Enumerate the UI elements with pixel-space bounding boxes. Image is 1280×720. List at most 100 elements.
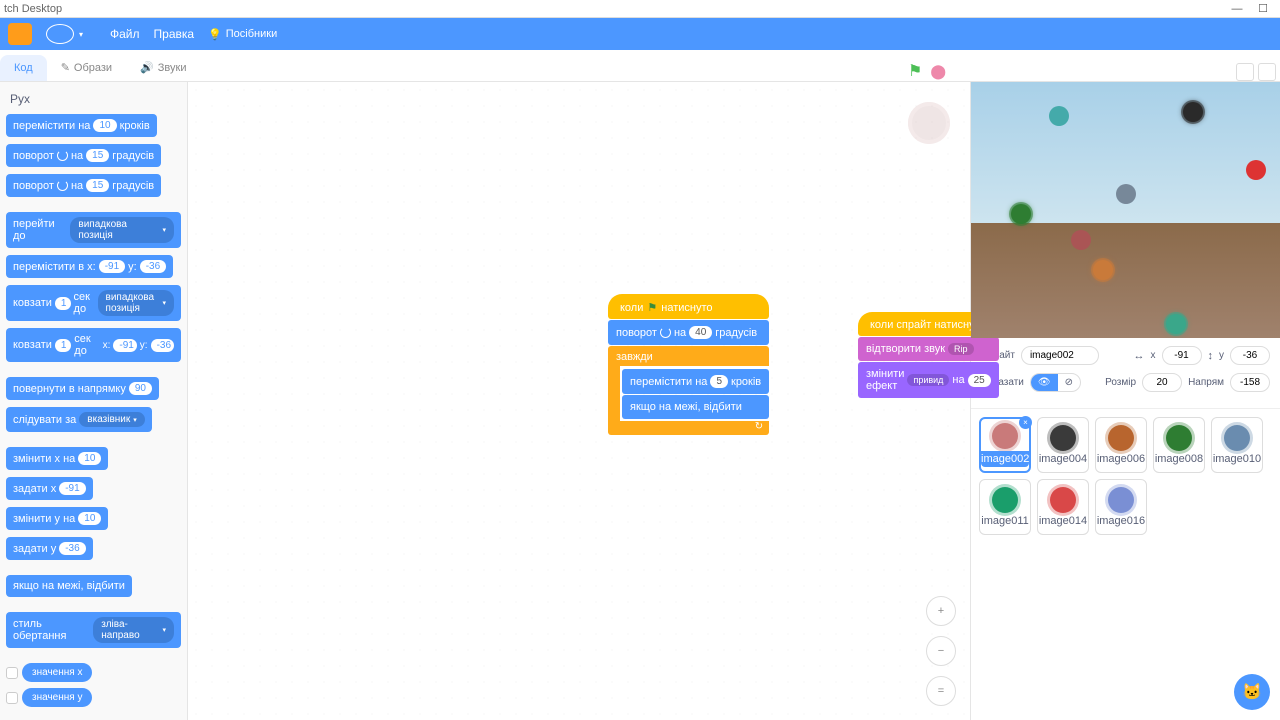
sprite-item[interactable]: image004	[1037, 417, 1089, 473]
large-stage-button[interactable]	[1258, 63, 1276, 81]
block-setx[interactable]: задати x-91	[6, 477, 93, 500]
block-sety[interactable]: задати y-36	[6, 537, 93, 560]
sprite-thumb	[1050, 425, 1076, 451]
block-gotoxy[interactable]: перемістити в x:-91y:-36	[6, 255, 173, 278]
add-sprite-button[interactable]: 🐱	[1234, 674, 1270, 710]
sprite-thumb	[1108, 425, 1134, 451]
sprite-y-input[interactable]	[1230, 346, 1270, 365]
block-forever-foot[interactable]	[608, 421, 769, 435]
sprite-thumb	[992, 487, 1018, 513]
script-stack-1[interactable]: коли⚑натиснуто поворотна40градусів завжд…	[608, 294, 769, 435]
block-move[interactable]: перемістити на10кроків	[6, 114, 157, 137]
zoom-reset-button[interactable]: =	[926, 676, 956, 706]
menu-edit[interactable]: Правка	[154, 27, 195, 41]
cw-icon	[57, 150, 68, 161]
sprite-item[interactable]: image016	[1095, 479, 1147, 535]
arrows-v-icon: ↕	[1208, 350, 1214, 362]
scratch-logo	[8, 23, 32, 45]
zoom-in-button[interactable]: +	[926, 596, 956, 626]
sprite-name: image002	[981, 451, 1029, 467]
tab-costumes[interactable]: ✎Образи	[47, 54, 126, 81]
sprite-item[interactable]: image006	[1095, 417, 1147, 473]
sprite-item[interactable]: image011	[979, 479, 1031, 535]
reporter-ypos[interactable]: значення y	[6, 688, 181, 707]
stage[interactable]	[971, 82, 1280, 338]
show-icon: 👁	[1031, 374, 1058, 391]
sprite-watermark	[908, 102, 950, 144]
block-rotstyle[interactable]: стиль обертаннязліва-направо	[6, 612, 181, 648]
sprite-name: image006	[1097, 453, 1145, 465]
sprite-item[interactable]: image014	[1037, 479, 1089, 535]
language-icon[interactable]	[46, 24, 74, 44]
brush-icon: ✎	[61, 61, 70, 74]
stage-sprite[interactable]	[1183, 102, 1203, 122]
block-turn-cw[interactable]: поворотна15градусів	[6, 144, 161, 167]
stop-icon[interactable]: ⬤	[930, 63, 946, 80]
hat-flag-clicked[interactable]: коли⚑натиснуто	[608, 294, 769, 319]
stage-sprite[interactable]	[1166, 314, 1186, 334]
sprite-item[interactable]: image010	[1211, 417, 1263, 473]
green-flag-icon[interactable]: ⚑	[908, 61, 922, 81]
block-goto[interactable]: перейти довипадкова позиція	[6, 212, 181, 248]
arrows-h-icon: ↔	[1134, 350, 1145, 362]
sprite-name-input[interactable]	[1021, 346, 1099, 365]
sprite-thumb	[992, 423, 1018, 449]
sprite-name: image008	[1155, 453, 1203, 465]
cw-icon	[660, 327, 671, 338]
block-move[interactable]: перемістити на5кроків	[622, 369, 769, 394]
sprite-size-input[interactable]	[1142, 373, 1182, 392]
visibility-toggle[interactable]: 👁⊘	[1030, 373, 1081, 392]
window-titlebar: tch Desktop — ☐	[0, 0, 1280, 18]
sound-icon: 🔊	[140, 61, 154, 74]
category-header: Рух	[10, 92, 181, 106]
sprite-direction-input[interactable]	[1230, 373, 1270, 392]
menu-file[interactable]: Файл	[110, 27, 140, 41]
block-bounce[interactable]: якщо на межі, відбити	[6, 575, 132, 597]
stage-sprite[interactable]	[1049, 106, 1069, 126]
stage-sprite[interactable]	[1246, 160, 1266, 180]
stage-sprite[interactable]	[1071, 230, 1091, 250]
green-flag-icon: ⚑	[647, 301, 657, 314]
tab-bar: Код ✎Образи 🔊Звуки ⚑ ⬤	[0, 50, 1280, 82]
menu-bar: Файл Правка 💡 Посібники	[0, 18, 1280, 50]
block-changex[interactable]: змінити x на10	[6, 447, 108, 470]
window-minimize-button[interactable]: —	[1224, 1, 1250, 17]
ccw-icon	[57, 180, 68, 191]
tab-code[interactable]: Код	[0, 55, 47, 81]
sprite-thumb	[1108, 487, 1134, 513]
sprite-thumb	[1224, 425, 1250, 451]
block-point[interactable]: повернути в напрямку90	[6, 377, 159, 400]
block-follow[interactable]: слідувати завказівник	[6, 407, 152, 432]
script-workspace[interactable]: коли⚑натиснуто поворотна40градусів завжд…	[188, 82, 970, 720]
stage-sprite[interactable]	[1011, 204, 1031, 224]
sprite-item[interactable]: × image002	[979, 417, 1031, 473]
sprite-name: image004	[1039, 453, 1087, 465]
block-forever[interactable]: завжди	[608, 346, 769, 366]
block-glide[interactable]: ковзати1сек довипадкова позиція	[6, 285, 181, 321]
sprite-name: image010	[1213, 453, 1261, 465]
reporter-xpos[interactable]: значення x	[6, 663, 181, 682]
block-turn-ccw[interactable]: поворотна15градусів	[6, 174, 161, 197]
window-maximize-button[interactable]: ☐	[1250, 1, 1276, 17]
block-glidexy[interactable]: ковзати1сек доx:-91y:-36	[6, 328, 181, 362]
sprite-x-input[interactable]	[1162, 346, 1202, 365]
stage-sprite[interactable]	[1093, 260, 1113, 280]
sprite-list: × image002 image004 image006 image008 image01…	[971, 409, 1280, 720]
block-change-effect[interactable]: змінити ефектпривидна25	[858, 362, 999, 398]
sprite-name: image016	[1097, 515, 1145, 527]
delete-sprite-icon[interactable]: ×	[1019, 416, 1032, 429]
window-title: tch Desktop	[4, 3, 62, 15]
block-changey[interactable]: змінити y на10	[6, 507, 108, 530]
sprite-name: image011	[981, 515, 1029, 527]
sprite-item[interactable]: image008	[1153, 417, 1205, 473]
zoom-out-button[interactable]: −	[926, 636, 956, 666]
block-play-sound[interactable]: відтворити звукRip	[858, 337, 999, 361]
hide-icon: ⊘	[1058, 374, 1080, 391]
small-stage-button[interactable]	[1236, 63, 1254, 81]
bulb-icon: 💡	[208, 28, 222, 41]
tab-sounds[interactable]: 🔊Звуки	[126, 54, 200, 81]
block-bounce[interactable]: якщо на межі, відбити	[622, 395, 769, 419]
menu-tutorials[interactable]: 💡 Посібники	[208, 28, 277, 41]
stage-sprite[interactable]	[1116, 184, 1136, 204]
block-turn-cw[interactable]: поворотна40градусів	[608, 320, 769, 345]
